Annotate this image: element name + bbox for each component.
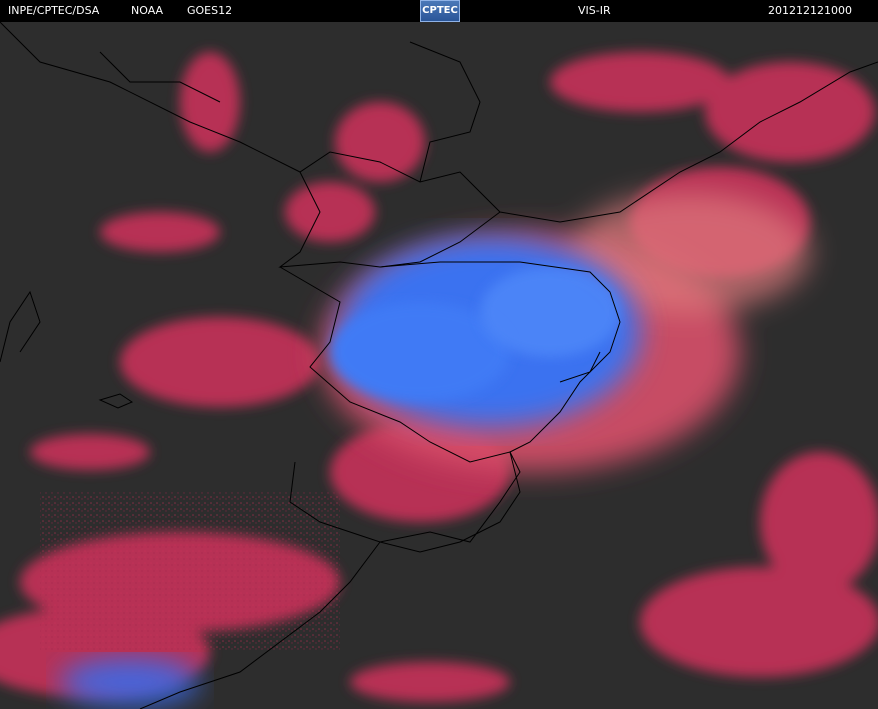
cloud-speckle	[40, 492, 340, 652]
timestamp-label: 201212121000	[768, 4, 852, 17]
satellite-label: GOES12	[187, 4, 233, 17]
cptec-logo: CPTEC	[420, 0, 460, 22]
source-label: INPE/CPTEC/DSA	[8, 4, 100, 17]
agency-label: NOAA	[131, 4, 164, 17]
satellite-map	[0, 22, 878, 709]
channel-label: VIS-IR	[578, 4, 611, 17]
header-bar: INPE/CPTEC/DSA NOAA GOES12 CPTEC VIS-IR …	[0, 0, 878, 22]
